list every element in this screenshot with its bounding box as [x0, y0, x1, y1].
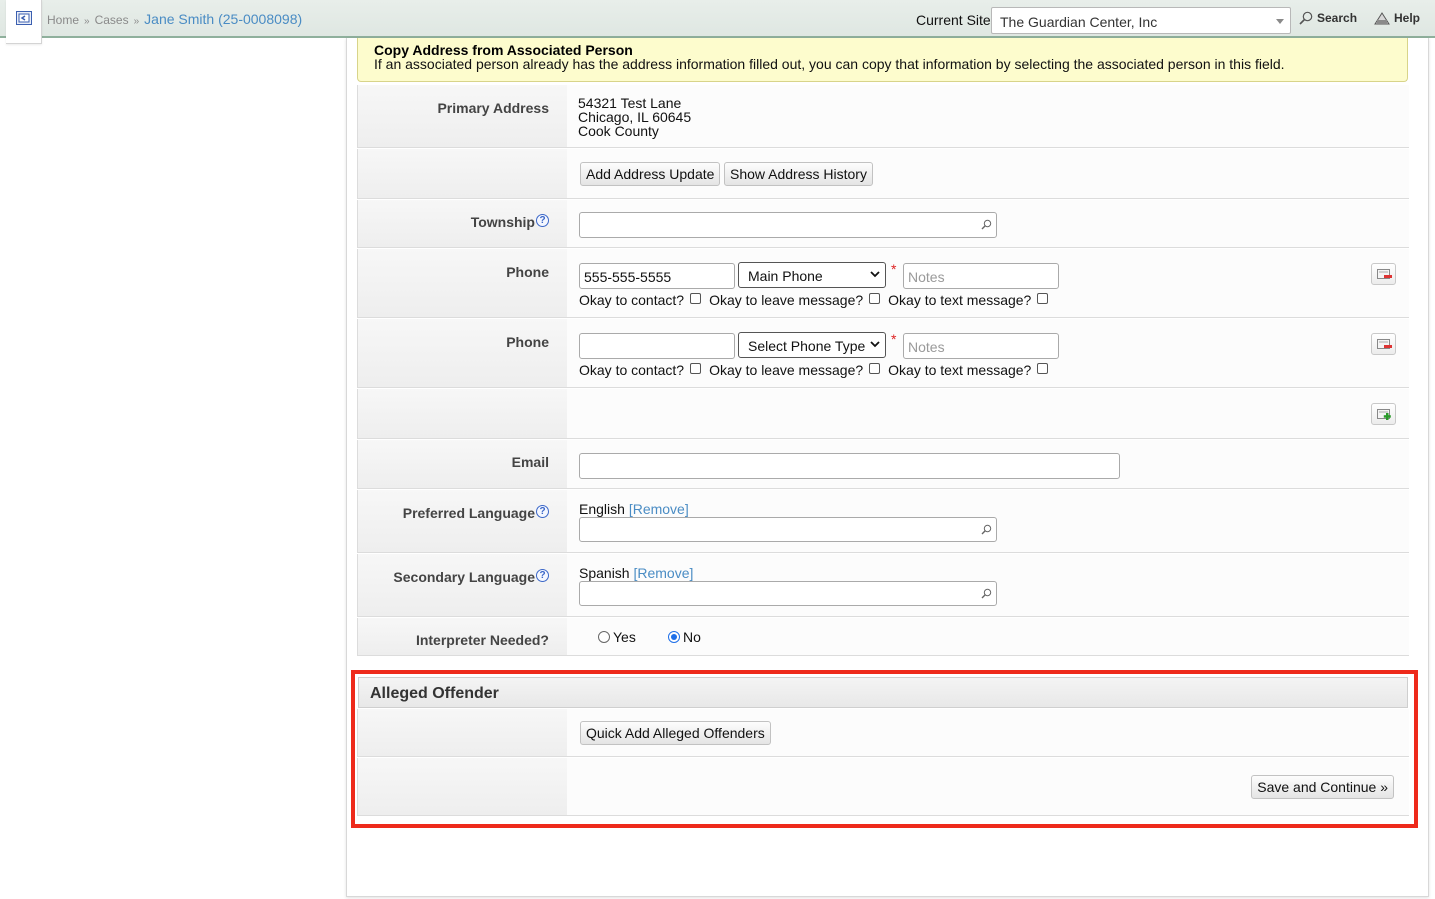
township-search-input[interactable] [579, 212, 997, 238]
email-input[interactable] [579, 453, 1120, 479]
phone-notes-input[interactable]: Notes [903, 263, 1059, 289]
remove-phone-button[interactable] [1371, 263, 1396, 285]
address-line: Cook County [578, 123, 659, 139]
add-address-update-button[interactable]: Add Address Update [580, 162, 721, 186]
phone-type-select[interactable]: Main Phone [738, 262, 886, 288]
remove-phone-icon [1377, 339, 1392, 349]
phone-type-select[interactable]: Select Phone Type [738, 332, 886, 358]
phone-label: Phone [506, 264, 549, 280]
phone-number-input[interactable] [579, 333, 735, 359]
help-question-icon[interactable]: ? [536, 214, 549, 227]
secondary-language-value: Spanish [Remove] [579, 565, 694, 581]
remove-phone-button[interactable] [1371, 333, 1396, 355]
menu-toggle-button[interactable] [6, 0, 42, 44]
phone-number-input[interactable]: 555-555-5555 [579, 263, 735, 289]
quick-add-row: Quick Add Alleged Offenders [357, 709, 1409, 757]
breadcrumb-separator: » [133, 16, 140, 27]
breadcrumb-current-case[interactable]: Jane Smith (25-0008098) [144, 11, 302, 27]
help-link[interactable]: Help [1374, 11, 1420, 25]
preferred-language-search-input[interactable] [579, 517, 997, 542]
secondary-language-label: Secondary Language? [393, 569, 549, 585]
quick-add-alleged-offenders-button[interactable]: Quick Add Alleged Offenders [580, 721, 771, 745]
interpreter-needed-label: Interpreter Needed? [415, 632, 549, 648]
breadcrumb-cases[interactable]: Cases [95, 13, 129, 27]
okay-to-leave-message-checkbox[interactable] [869, 293, 881, 304]
interpreter-no-radio[interactable] [668, 631, 680, 643]
required-marker: * [891, 261, 897, 277]
show-address-history-button[interactable]: Show Address History [724, 162, 873, 186]
search-link-label: Search [1317, 11, 1358, 25]
email-row: Email [357, 440, 1409, 489]
township-row: Township? [357, 200, 1409, 248]
okay-to-text-message-checkbox[interactable] [1037, 363, 1049, 374]
okay-to-contact-checkbox[interactable] [690, 293, 702, 304]
search-icon [981, 524, 992, 535]
phone-consent-options: Okay to contact? Okay to leave message? Ok… [579, 362, 1056, 378]
interpreter-yes-option[interactable]: Yes [598, 629, 636, 645]
chevron-down-icon [870, 271, 880, 278]
search-icon [981, 219, 992, 230]
current-site-select[interactable]: The Guardian Center, Inc [991, 7, 1291, 34]
notice-title: Copy Address from Associated Person [374, 42, 633, 58]
primary-address-row: Primary Address 54321 Test Lane Chicago,… [357, 85, 1409, 148]
remove-secondary-language-link[interactable]: [Remove] [633, 565, 693, 581]
current-site-label: Current Site [916, 12, 991, 28]
remove-phone-icon [1377, 269, 1392, 279]
required-marker: * [891, 331, 897, 347]
save-row: Save and Continue » [357, 758, 1409, 816]
phone-label: Phone [506, 334, 549, 350]
primary-address-label: Primary Address [437, 100, 549, 116]
current-site-value: The Guardian Center, Inc [1000, 14, 1158, 30]
chevron-down-icon [1276, 19, 1284, 24]
address-actions-row: Add Address Update Show Address History [357, 149, 1409, 199]
phone-consent-options: Okay to contact? Okay to leave message? Ok… [579, 292, 1056, 308]
interpreter-no-option[interactable]: No [668, 629, 701, 645]
notice-text: If an associated person already has the … [374, 56, 1285, 72]
help-question-icon[interactable]: ? [536, 505, 549, 518]
breadcrumb: Home » Cases » Jane Smith (25-0008098) [47, 11, 302, 27]
save-and-continue-button[interactable]: Save and Continue » [1251, 775, 1394, 799]
add-phone-button[interactable] [1371, 403, 1396, 425]
chevron-down-icon [870, 341, 880, 348]
add-phone-row [357, 389, 1409, 439]
help-question-icon[interactable]: ? [536, 569, 549, 582]
alleged-offender-title: Alleged Offender [370, 685, 499, 702]
add-phone-icon [1377, 409, 1391, 420]
preferred-language-row: Preferred Language? English [Remove] [357, 490, 1409, 553]
secondary-language-search-input[interactable] [579, 581, 997, 606]
okay-to-contact-checkbox[interactable] [690, 363, 702, 374]
search-icon [981, 588, 992, 599]
search-link[interactable]: Search [1299, 11, 1357, 25]
help-link-label: Help [1394, 11, 1421, 25]
remove-preferred-language-link[interactable]: [Remove] [629, 501, 689, 517]
preferred-language-label: Preferred Language? [403, 505, 549, 521]
copy-address-notice: Copy Address from Associated Person If a… [357, 38, 1408, 82]
okay-to-leave-message-checkbox[interactable] [869, 363, 881, 374]
address-line: Chicago, IL 60645 [578, 109, 692, 125]
breadcrumb-separator: » [84, 16, 90, 27]
address-line: 54321 Test Lane [578, 95, 682, 111]
interpreter-needed-row: Interpreter Needed? Yes No [357, 618, 1409, 656]
top-bar: Home » Cases » Jane Smith (25-0008098) Curre… [0, 0, 1435, 44]
search-icon [1299, 11, 1313, 25]
menu-toggle-icon [16, 11, 32, 25]
phone-row: Phone Select Phone Type * Notes Okay to … [357, 319, 1409, 388]
breadcrumb-home[interactable]: Home [47, 13, 79, 27]
alleged-offender-section-header: Alleged Offender [358, 677, 1408, 708]
interpreter-yes-radio[interactable] [598, 631, 610, 643]
primary-address-value: 54321 Test Lane Chicago, IL 60645 Cook C… [578, 96, 691, 138]
township-label: Township? [471, 214, 549, 230]
phone-notes-input[interactable]: Notes [903, 333, 1059, 359]
email-label: Email [511, 454, 549, 470]
help-icon [1374, 12, 1390, 25]
phone-row: Phone 555-555-5555 Main Phone * Notes Ok… [357, 249, 1409, 318]
okay-to-text-message-checkbox[interactable] [1037, 293, 1049, 304]
preferred-language-value: English [Remove] [579, 501, 689, 517]
secondary-language-row: Secondary Language? Spanish [Remove] [357, 554, 1409, 617]
